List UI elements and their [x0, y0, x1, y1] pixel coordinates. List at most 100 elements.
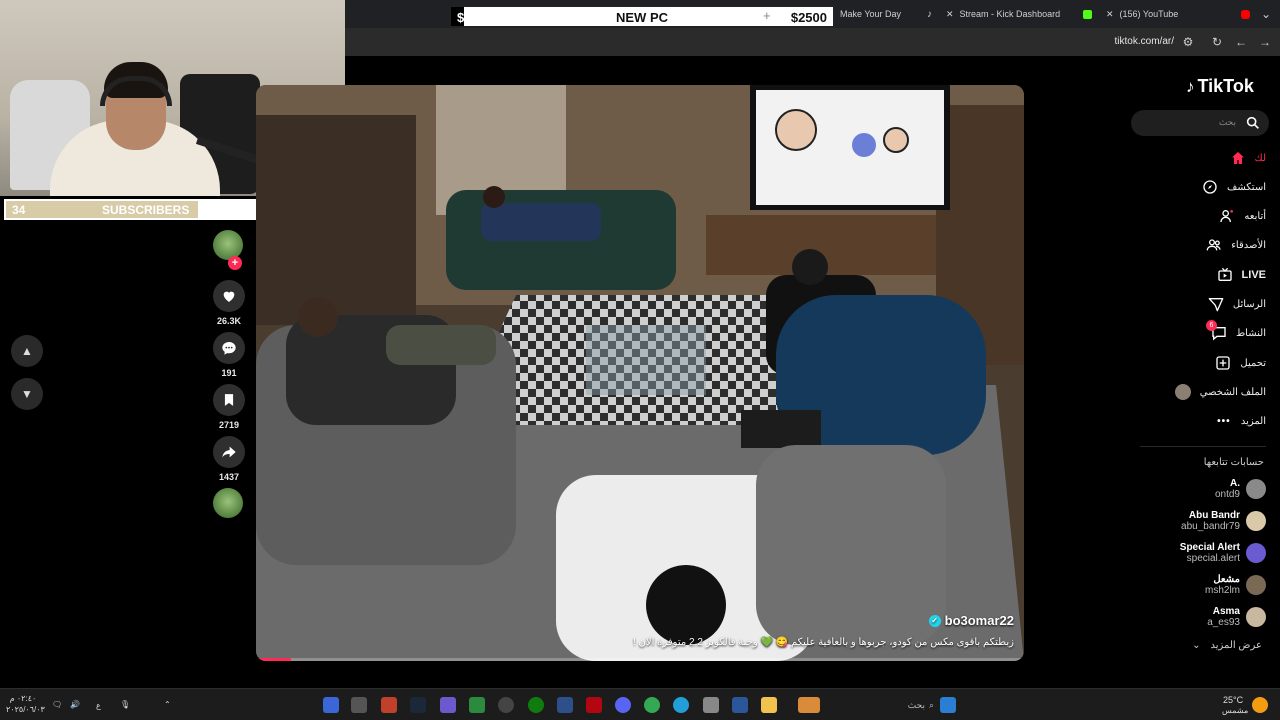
- clock-time[interactable]: ٠٢:٤٠ م: [8, 694, 38, 703]
- account-name: A.: [1230, 478, 1240, 489]
- activity-badge: 6: [1205, 320, 1217, 331]
- close-icon[interactable]: ✕: [1106, 9, 1114, 20]
- reload-icon[interactable]: ↻: [1209, 34, 1225, 50]
- subs-label: SUBSCRIBERS: [102, 203, 190, 217]
- chevron-up-icon[interactable]: ⌃: [164, 700, 171, 709]
- taskbar-search[interactable]: بحث ⌕: [884, 695, 934, 715]
- sidebar-item-label: النشاط: [1235, 327, 1266, 339]
- verified-icon: ✓: [928, 614, 941, 627]
- video-username: bo3omar22: [944, 613, 1014, 628]
- account-handle: ontd9: [1214, 489, 1240, 500]
- volume-icon[interactable]: 🔊: [70, 700, 80, 709]
- see-more-label: عرض المزيد: [1210, 640, 1262, 651]
- comment-count: 191: [221, 368, 237, 378]
- app-icon[interactable]: [469, 697, 485, 713]
- comment-button[interactable]: [213, 332, 245, 364]
- windows-start-icon[interactable]: [940, 697, 956, 713]
- weather-desc[interactable]: مشمس: [1222, 706, 1248, 715]
- weather-temp[interactable]: 25°C: [1223, 695, 1243, 705]
- next-video-button[interactable]: ▼: [11, 378, 43, 410]
- tiktok-logo[interactable]: ♪ TikTok: [1186, 76, 1254, 97]
- more-icon: •••: [1217, 415, 1231, 427]
- avatar: [1246, 607, 1266, 627]
- sidebar-item-following[interactable]: أتابعه: [1218, 205, 1266, 227]
- following-account[interactable]: Asma a_es93: [1207, 604, 1266, 630]
- sidebar-item-explore[interactable]: استكشف: [1201, 176, 1266, 198]
- telegram-icon[interactable]: [673, 697, 689, 713]
- following-account[interactable]: Abu Bandr abu_bandr79: [1181, 508, 1266, 534]
- video-progress-bar[interactable]: [256, 658, 1024, 661]
- sidebar-item-upload[interactable]: تحميل: [1214, 352, 1266, 374]
- language-indicator[interactable]: ع: [96, 701, 101, 710]
- author-avatar-button[interactable]: +: [213, 230, 243, 270]
- previous-video-button[interactable]: ▲: [11, 335, 43, 367]
- app-icon[interactable]: [498, 697, 514, 713]
- app-icon[interactable]: [557, 697, 573, 713]
- close-icon[interactable]: ✕: [946, 9, 954, 20]
- sound-avatar[interactable]: [213, 488, 243, 518]
- site-settings-icon[interactable]: ⚙: [1180, 34, 1196, 50]
- sidebar-item-activity[interactable]: 6 النشاط: [1205, 320, 1266, 344]
- sound-disc-icon: [213, 488, 243, 518]
- app-icon[interactable]: [440, 697, 456, 713]
- sidebar-item-messages[interactable]: الرسائل: [1207, 293, 1266, 315]
- like-button[interactable]: [213, 280, 245, 312]
- new-tab-icon[interactable]: ⌄: [1258, 6, 1274, 22]
- notification-icon[interactable]: 🗨: [52, 700, 62, 709]
- kick-icon: [1083, 9, 1092, 19]
- discord-icon[interactable]: [615, 697, 631, 713]
- share-count: 1437: [218, 472, 240, 482]
- app-icon[interactable]: [381, 697, 397, 713]
- see-more-button[interactable]: عرض المزيد ⌄: [1192, 640, 1262, 651]
- sidebar-item-label: الرسائل: [1232, 298, 1266, 310]
- app-icon[interactable]: [351, 697, 367, 713]
- sidebar-item-label: استكشف: [1227, 181, 1266, 193]
- back-icon[interactable]: ←: [1233, 34, 1249, 50]
- avatar: [1246, 575, 1266, 595]
- save-button[interactable]: [213, 384, 245, 416]
- search-icon[interactable]: [1245, 115, 1261, 131]
- sidebar-item-label: تحميل: [1240, 357, 1266, 369]
- sidebar-item-profile[interactable]: الملف الشخصي: [1174, 381, 1266, 403]
- following-account[interactable]: A. ontd9: [1215, 476, 1266, 502]
- netflix-icon[interactable]: [586, 697, 602, 713]
- sun-icon[interactable]: [1252, 697, 1268, 713]
- account-handle: a_es93: [1207, 617, 1240, 628]
- sidebar-item-friends[interactable]: الأصدقاء: [1205, 234, 1266, 256]
- compass-icon: [1201, 178, 1219, 196]
- sidebar-item-live[interactable]: LIVE: [1216, 264, 1266, 286]
- video-player[interactable]: ✓ bo3omar22 زبطتكم باقوى مكس من كودو، جر…: [256, 85, 1024, 661]
- save-count: 2719: [218, 420, 240, 430]
- url-field[interactable]: tiktok.com/ar/: [1115, 36, 1174, 47]
- sidebar-item-more[interactable]: ••• المزيد: [1215, 410, 1266, 432]
- subscriber-goal-bar: 34 SUBSCRIBERS 50: [4, 199, 290, 220]
- follow-plus-icon[interactable]: +: [228, 256, 242, 270]
- clock-date[interactable]: ٢٠٢٥/٠٦/٠٣: [6, 705, 45, 714]
- store-icon[interactable]: [703, 697, 719, 713]
- search-label: بحث: [907, 699, 925, 710]
- sidebar-item-for-you[interactable]: لك: [1229, 147, 1266, 169]
- share-button[interactable]: [213, 436, 245, 468]
- forward-icon[interactable]: →: [1257, 34, 1273, 50]
- chrome-icon[interactable]: [644, 697, 660, 713]
- file-explorer-icon[interactable]: [761, 697, 777, 713]
- app-icon[interactable]: [732, 697, 748, 713]
- following-account[interactable]: مشعل msh2lm: [1205, 572, 1266, 598]
- tab-make-your-day[interactable]: Make Your Day ♪: [834, 2, 938, 26]
- app-icon[interactable]: [798, 697, 820, 713]
- windows-taskbar: ٠٢:٤٠ م ٢٠٢٥/٠٦/٠٣ 🗨 🔊 ع 🎙 ⌃ بحث ⌕ 25°C …: [0, 688, 1280, 720]
- tab-youtube[interactable]: ✕ (156) YouTube: [1100, 2, 1256, 26]
- xbox-icon[interactable]: [528, 697, 544, 713]
- microphone-icon[interactable]: 🎙: [120, 700, 130, 709]
- search-input[interactable]: بحث: [1131, 110, 1269, 136]
- steam-icon[interactable]: [410, 697, 426, 713]
- following-account[interactable]: Special Alert special.alert: [1180, 540, 1266, 566]
- video-author[interactable]: ✓ bo3omar22: [928, 613, 1014, 628]
- share-icon: [222, 446, 236, 458]
- tab-kick-dashboard[interactable]: ✕ Stream - Kick Dashboard: [940, 2, 1098, 26]
- avatar: [1246, 543, 1266, 563]
- home-icon: [1229, 149, 1247, 167]
- sidebar-item-label: LIVE: [1241, 269, 1266, 281]
- app-icon[interactable]: [323, 697, 339, 713]
- following-accounts-title: حسابات تتابعها: [1203, 457, 1264, 468]
